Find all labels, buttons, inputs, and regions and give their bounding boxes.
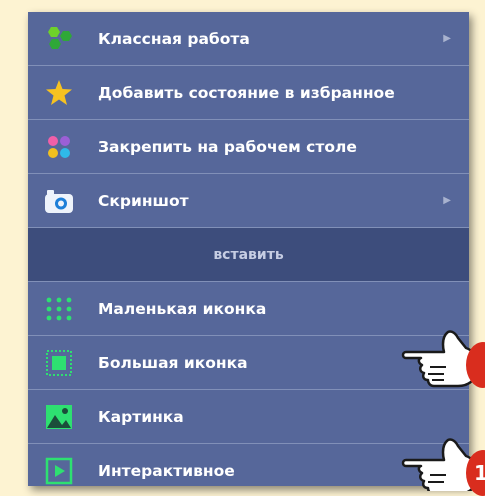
- star-icon: [46, 80, 72, 105]
- menu-item-label: Классная работа: [98, 29, 250, 48]
- small-icon-grid-icon: [46, 297, 72, 321]
- section-header-insert: вставить: [28, 228, 469, 282]
- menu-item-label: Большая иконка: [98, 353, 248, 372]
- submenu-arrow-icon: ▶: [443, 195, 451, 206]
- menu-item-label: Скриншот: [98, 191, 189, 210]
- menu-item-classwork[interactable]: Классная работа ▶: [28, 12, 469, 66]
- submenu-arrow-icon: ▶: [443, 33, 451, 44]
- menu-item-label: Картинка: [98, 407, 184, 426]
- menu-item-label: Закрепить на рабочем столе: [98, 137, 357, 156]
- menu-item-label: Маленькая иконка: [98, 299, 267, 318]
- menu-item-screenshot[interactable]: Скриншот ▶: [28, 174, 469, 228]
- green-hexagons-icon: [48, 27, 72, 49]
- context-menu: Классная работа ▶ Добавить состояние в и…: [28, 12, 469, 486]
- picture-icon: [46, 405, 72, 429]
- play-icon: [45, 457, 73, 485]
- large-icon-frame-icon: [46, 350, 72, 376]
- menu-item-add-favorite[interactable]: Добавить состояние в избранное: [28, 66, 469, 120]
- colored-dots-icon: [48, 136, 70, 158]
- menu-item-pin-desktop[interactable]: Закрепить на рабочем столе: [28, 120, 469, 174]
- menu-item-label: Добавить состояние в избранное: [98, 83, 395, 102]
- camera-icon: [45, 190, 73, 213]
- menu-item-label: Интерактивное: [98, 462, 235, 480]
